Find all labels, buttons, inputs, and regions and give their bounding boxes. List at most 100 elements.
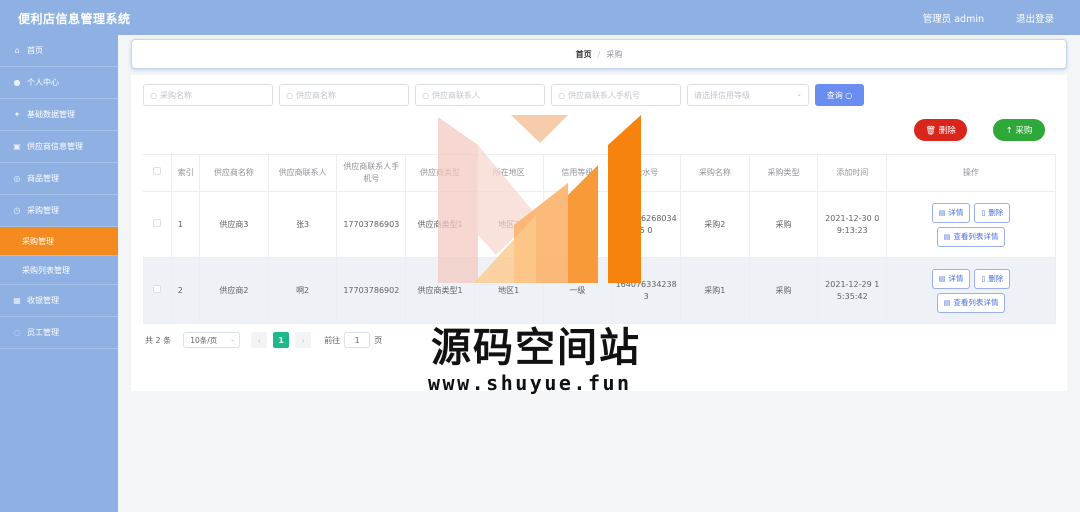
sidebar-item-label: 商品管理 (27, 174, 59, 183)
breadcrumb: 首页 / 采购 (131, 39, 1067, 69)
col-header: 索引 (171, 154, 201, 192)
pagination: 共 2 条 10条/页 ⌄ ‹ 1 › 前往 1 页 (145, 331, 382, 349)
total-count: 共 2 条 (145, 335, 172, 345)
row-checkbox[interactable] (143, 191, 172, 258)
cell: 供应商2 (199, 257, 269, 324)
cell: 张3 (268, 191, 338, 258)
watermark-text: 源码空间站 (431, 325, 641, 371)
breadcrumb-current: 采购 (606, 49, 623, 59)
send-icon: ✦ (13, 110, 21, 119)
row-delete-button[interactable]: ▯ 删除 (974, 202, 1011, 223)
supplier-name-input[interactable]: ○ 供应商名称 (279, 84, 409, 106)
breadcrumb-separator: / (597, 49, 601, 59)
cell: 采购2 (680, 191, 750, 258)
document-icon: ▤ (943, 298, 951, 307)
search-icon: ○ (558, 90, 565, 100)
list-detail-label: 查看列表详情 (953, 231, 999, 241)
row-delete-button[interactable]: ▯ 删除 (974, 268, 1011, 289)
home-icon: ⌂ (14, 46, 20, 55)
contact-input[interactable]: ○ 供应商联系人 (415, 84, 545, 106)
cell: 采购 (749, 257, 819, 324)
sidebar-subitem-purchase-manage[interactable]: 采购管理 (0, 227, 118, 256)
contact-placeholder: 供应商联系人 (431, 90, 480, 100)
top-header: 便利店信息管理系统 管理员 admin 退出登录 (0, 0, 1080, 35)
sidebar-subitem-purchase-list[interactable]: 采购列表管理 (0, 256, 118, 285)
select-all-checkbox[interactable] (143, 154, 172, 192)
page-size-select[interactable]: 10条/页 ⌄ (183, 332, 241, 348)
document-icon: ▤ (938, 274, 946, 283)
purchase-name-input[interactable]: ○ 采购名称 (143, 84, 273, 106)
sidebar-item-cashier[interactable]: ▦ 收银管理 (0, 285, 118, 317)
contact-phone-input[interactable]: ○ 供应商联系人手机号 (551, 84, 681, 106)
col-header: 采购名称 (680, 154, 750, 192)
col-header: 操作 (886, 154, 1056, 192)
staff-icon: ◌ (13, 328, 21, 337)
breadcrumb-home[interactable]: 首页 (576, 49, 592, 60)
operations-cell: ▤ 详情 ▯ 删除 ▤ 查看列表详情 (886, 191, 1056, 258)
sidebar-item-label: 采购管理 (22, 236, 54, 246)
credit-level-select[interactable]: 请选择信用等级 ⌄ (687, 84, 809, 106)
col-header: 供应商联系人 (268, 154, 338, 192)
sidebar-item-label: 个人中心 (27, 78, 59, 87)
sidebar-item-label: 员工管理 (27, 328, 59, 337)
clock-icon: ◷ (13, 206, 21, 215)
detail-label: 详情 (948, 273, 964, 283)
shield-icon: ▣ (13, 142, 21, 151)
sidebar-item-goods[interactable]: ◎ 商品管理 (0, 163, 118, 195)
batch-delete-button[interactable]: 🗑 删除 (914, 119, 967, 141)
query-button[interactable]: 查询 ○ (815, 84, 864, 106)
list-detail-label: 查看列表详情 (953, 297, 999, 307)
sidebar-item-label: 首页 (27, 46, 43, 55)
user-icon: ● (13, 78, 21, 87)
sidebar-item-purchase[interactable]: ◷ 采购管理 (0, 195, 118, 227)
sidebar-item-label: 收银管理 (27, 296, 59, 305)
delete-label: 删除 (988, 273, 1004, 283)
cell: 采购 (749, 191, 819, 258)
col-header: 采购类型 (749, 154, 819, 192)
detail-button[interactable]: ▤ 详情 (931, 268, 971, 289)
logout-link[interactable]: 退出登录 (1016, 11, 1054, 25)
sidebar-item-supplier[interactable]: ▣ 供应商信息管理 (0, 131, 118, 163)
goto-page-input[interactable]: 1 (344, 332, 371, 348)
sidebar-item-basic-data[interactable]: ✦ 基础数据管理 (0, 99, 118, 131)
page-suffix: 页 (374, 335, 383, 345)
credit-level-placeholder: 请选择信用等级 (694, 90, 750, 100)
page-number-active[interactable]: 1 (273, 332, 290, 348)
sidebar-item-home[interactable]: ⌂ 首页 (0, 35, 118, 67)
trash-icon: ▯ (981, 208, 986, 217)
trash-icon: ▯ (981, 274, 986, 283)
col-header: 添加时间 (817, 154, 888, 192)
purchase-name-placeholder: 采购名称 (159, 90, 192, 100)
prev-page-button[interactable]: ‹ (251, 332, 268, 348)
next-page-button[interactable]: › (295, 332, 312, 348)
detail-label: 详情 (948, 207, 964, 217)
purchase-button[interactable]: ↑ 采购 (993, 119, 1045, 141)
cell: 2021-12-29 15:35:42 (817, 257, 888, 324)
contact-phone-placeholder: 供应商联系人手机号 (567, 90, 640, 100)
app-title: 便利店信息管理系统 (18, 12, 131, 26)
document-icon: ▤ (938, 208, 946, 217)
sidebar-item-label: 基础数据管理 (27, 110, 75, 119)
cell: 17703786903 (336, 191, 407, 258)
watermark-logo-icon (438, 115, 641, 283)
list-detail-button[interactable]: ▤ 查看列表详情 (936, 292, 1006, 313)
cell: 采购1 (680, 257, 750, 324)
row-checkbox[interactable] (143, 257, 172, 324)
cashier-icon: ▦ (13, 296, 21, 305)
list-detail-button[interactable]: ▤ 查看列表详情 (936, 226, 1006, 247)
chevron-down-icon: ⌄ (230, 336, 236, 343)
chevron-down-icon: ⌄ (796, 90, 802, 98)
cell: 1 (171, 191, 201, 258)
sidebar: ⌂ 首页 ● 个人中心 ✦ 基础数据管理 ▣ 供应商信息管理 ◎ 商品管理 ◷ … (0, 35, 118, 512)
sidebar-item-label: 采购管理 (27, 206, 59, 215)
sidebar-item-staff[interactable]: ◌ 员工管理 (0, 317, 118, 349)
page-size-value: 10条/页 (190, 335, 218, 345)
sidebar-item-profile[interactable]: ● 个人中心 (0, 67, 118, 99)
search-icon: ○ (286, 90, 293, 100)
operations-cell: ▤ 详情 ▯ 删除 ▤ 查看列表详情 (886, 257, 1056, 324)
detail-button[interactable]: ▤ 详情 (931, 202, 971, 223)
cell: 啊2 (268, 257, 338, 324)
sidebar-item-label: 采购列表管理 (22, 265, 70, 275)
goto-label: 前往 (324, 335, 341, 345)
cell: 2021-12-30 09:13:23 (817, 191, 888, 258)
